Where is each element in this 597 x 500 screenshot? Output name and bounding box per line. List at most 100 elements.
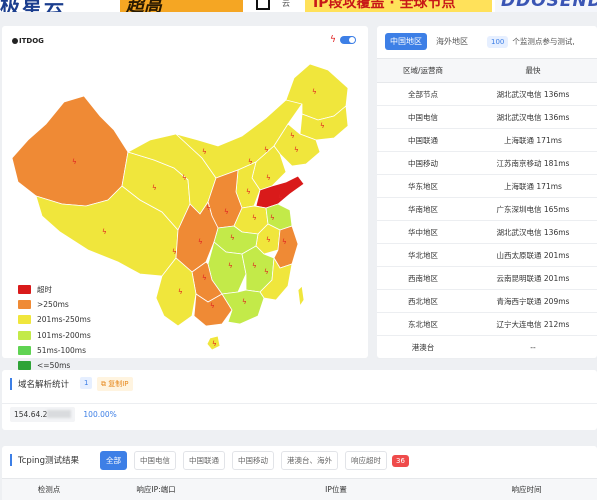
lightning-icon: ϟ (72, 158, 77, 166)
lightning-icon: ϟ (202, 274, 207, 282)
row-region: 中国联通 (408, 135, 438, 145)
row-region: 中国电信 (408, 112, 438, 122)
header-region: 区域/运营商 (402, 66, 444, 75)
dog-icon (12, 38, 18, 44)
table-row: 华东地区 上海联通 171ms (377, 175, 597, 198)
lightning-icon: ϟ (182, 174, 187, 182)
table-row: 全部节点 湖北武汉电信 136ms (377, 83, 597, 106)
lightning-icon: ϟ (252, 214, 257, 222)
lightning-icon: ϟ (202, 148, 207, 156)
tab-overseas[interactable]: 海外地区 (431, 33, 473, 50)
lightning-icon: ϟ (178, 288, 183, 296)
row-fastest: 广东深圳电信 165ms (496, 204, 570, 214)
legend-swatch (18, 315, 31, 325)
monitor-count-badge: 100 (487, 35, 509, 48)
lightning-icon: ϟ (312, 88, 317, 96)
tab-mainland[interactable]: 中国地区 (385, 33, 427, 50)
tcping-filters: 全部 中国电信 中国联通 中国移动 港澳台、海外 响应超时 36 (100, 451, 409, 470)
timeout-count-badge: 36 (392, 454, 409, 467)
row-region: 港澳台 (411, 342, 435, 352)
row-fastest: 湖北武汉电信 136ms (496, 112, 570, 122)
banner-right-block: DDOSEND (495, 0, 597, 12)
legend-swatch (18, 285, 31, 295)
header-ip-location: IP位置 (325, 485, 347, 494)
lightning-icon: ϟ (152, 184, 157, 192)
map-legend: 超时 >250ms 201ms-250ms 101ms-200ms 51ms-1… (18, 282, 91, 373)
monitor-count-note: 个监测点参与测试, (512, 37, 575, 46)
resolved-ip[interactable]: 154.64.2 (10, 407, 76, 422)
banner-orange-text: 超高 (126, 0, 162, 12)
itdog-logo: ITDOG (12, 37, 44, 45)
table-row: 港澳台 -- (377, 336, 597, 359)
legend-swatch (18, 345, 31, 355)
table-row: 华北地区 山西太原联通 201ms (377, 244, 597, 267)
lightning-icon: ϟ (266, 236, 271, 244)
map-toggle[interactable] (340, 36, 356, 44)
lightning-icon: ϟ (224, 208, 229, 216)
header-fastest: 最快 (525, 66, 541, 75)
dns-ip-row: 154.64.2 100.00% (2, 403, 597, 425)
copy-ip-label: 复制IP (108, 380, 129, 388)
lightning-icon: ϟ (330, 35, 336, 45)
banner-brand: 极星云 (0, 0, 66, 12)
lightning-icon: ϟ (278, 194, 283, 202)
filter-overseas[interactable]: 港澳台、海外 (281, 451, 338, 470)
region-tabs: 中国地区 海外地区 100 个监测点参与测试, (385, 33, 575, 50)
legend-label: 201ms-250ms (37, 315, 91, 325)
lightning-icon: ϟ (228, 262, 233, 270)
row-fastest: 辽宁大连电信 212ms (496, 319, 570, 329)
row-fastest: 湖北武汉电信 136ms (496, 89, 570, 99)
row-region: 华南地区 (408, 204, 438, 214)
banner-cup-icon (256, 0, 270, 10)
legend-label: 超时 (37, 285, 52, 295)
filter-telecom[interactable]: 中国电信 (134, 451, 176, 470)
row-fastest: 云南昆明联通 201ms (496, 273, 570, 283)
legend-item: >250ms (18, 297, 91, 312)
tcping-table-header: 检测点 响应IP:端口 IP位置 响应时间 (2, 478, 597, 500)
row-fastest: 青海西宁联通 209ms (496, 296, 570, 306)
legend-label: 101ms-200ms (37, 330, 91, 340)
table-row: 华中地区 湖北武汉电信 136ms (377, 221, 597, 244)
lightning-icon: ϟ (210, 302, 215, 310)
filter-mobile[interactable]: 中国移动 (232, 451, 274, 470)
banner-orange-block: 超高 (120, 0, 243, 12)
lightning-icon: ϟ (252, 262, 257, 270)
header-response-ip: 响应IP:端口 (136, 485, 176, 494)
copy-ip-button[interactable]: ⧉ 复制IP (97, 377, 133, 391)
row-fastest: 江苏南京移动 181ms (496, 158, 570, 168)
lightning-icon: ϟ (282, 238, 287, 246)
dns-stats-card: 域名解析统计 1 ⧉ 复制IP 154.64.2 100.00% (2, 370, 597, 430)
legend-swatch (18, 361, 31, 371)
lightning-icon: ϟ (198, 238, 203, 246)
lightning-icon: ϟ (290, 132, 295, 140)
filter-unicom[interactable]: 中国联通 (183, 451, 225, 470)
table-row: 西北地区 青海西宁联通 209ms (377, 290, 597, 313)
banner-yellow-block: IP段攻覆盖 · 全球节点 (305, 0, 492, 12)
row-region: 中国移动 (408, 158, 438, 168)
table-row: 西南地区 云南昆明联通 201ms (377, 267, 597, 290)
filter-all[interactable]: 全部 (100, 451, 127, 470)
ip-mask (47, 410, 72, 418)
ad-banner[interactable]: 极星云 超高 云 IP段攻覆盖 · 全球节点 DDOSEND (0, 0, 597, 12)
stats-table-body: 全部节点 湖北武汉电信 136ms 中国电信 湖北武汉电信 136ms 中国联通 上海… (377, 83, 597, 359)
lightning-icon: ϟ (212, 340, 217, 348)
lightning-icon: ϟ (246, 188, 251, 196)
row-fastest: 山西太原联通 201ms (496, 250, 570, 260)
row-region: 华东地区 (408, 181, 438, 191)
lightning-icon: ϟ (172, 248, 177, 256)
lightning-icon: ϟ (242, 298, 247, 306)
header-response-time: 响应时间 (511, 485, 542, 494)
legend-swatch (18, 300, 31, 310)
row-region: 西南地区 (408, 273, 438, 283)
legend-item: 101ms-200ms (18, 328, 91, 343)
lightning-icon: ϟ (248, 158, 253, 166)
region-taiwan (297, 285, 305, 308)
lightning-icon: ϟ (266, 174, 271, 182)
tcping-card: Tcping测试结果 全部 中国电信 中国联通 中国移动 港澳台、海外 响应超时… (2, 446, 597, 500)
row-fastest: 上海联通 171ms (504, 135, 562, 145)
row-region: 全部节点 (408, 89, 438, 99)
table-row: 中国移动 江苏南京移动 181ms (377, 152, 597, 175)
filter-timeout[interactable]: 响应超时 (345, 451, 387, 470)
table-row: 中国电信 湖北武汉电信 136ms (377, 106, 597, 129)
table-row: 中国联通 上海联通 171ms (377, 129, 597, 152)
